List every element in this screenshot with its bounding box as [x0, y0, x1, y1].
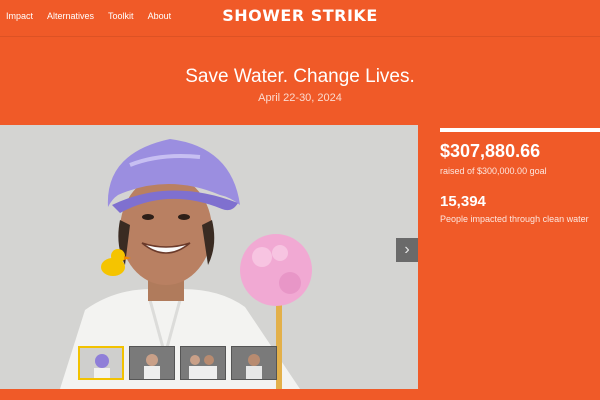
thumbnail-image: [130, 347, 174, 379]
amount-raised: $307,880.66: [440, 141, 541, 161]
chevron-right-icon: ›: [404, 241, 410, 258]
carousel-next-button[interactable]: ›: [396, 238, 418, 262]
hero-date: April 22-30, 2024: [258, 92, 342, 104]
fundraising-progress-bar: [440, 128, 600, 132]
carousel-thumbnail-1[interactable]: [78, 346, 124, 380]
thumbnail-image: [181, 347, 225, 379]
carousel-thumbnail-3[interactable]: [180, 346, 226, 380]
carousel-thumbnail-4[interactable]: [231, 346, 277, 380]
progress-fill: [440, 128, 600, 132]
carousel-thumbnail-2[interactable]: [129, 346, 175, 380]
people-impacted-label: People impacted through clean water: [440, 214, 589, 224]
site-logo[interactable]: SHOWER STRIKE: [0, 6, 600, 25]
top-bar: Impact Alternatives Toolkit About SHOWER…: [0, 0, 600, 37]
hero-title: Save Water. Change Lives.: [185, 66, 415, 87]
carousel-thumbnails: [78, 346, 277, 380]
goal-text: raised of $300,000.00 goal: [440, 166, 547, 176]
thumbnail-image: [232, 347, 276, 379]
people-impacted-count: 15,394: [440, 193, 486, 210]
thumbnail-image: [80, 348, 122, 378]
